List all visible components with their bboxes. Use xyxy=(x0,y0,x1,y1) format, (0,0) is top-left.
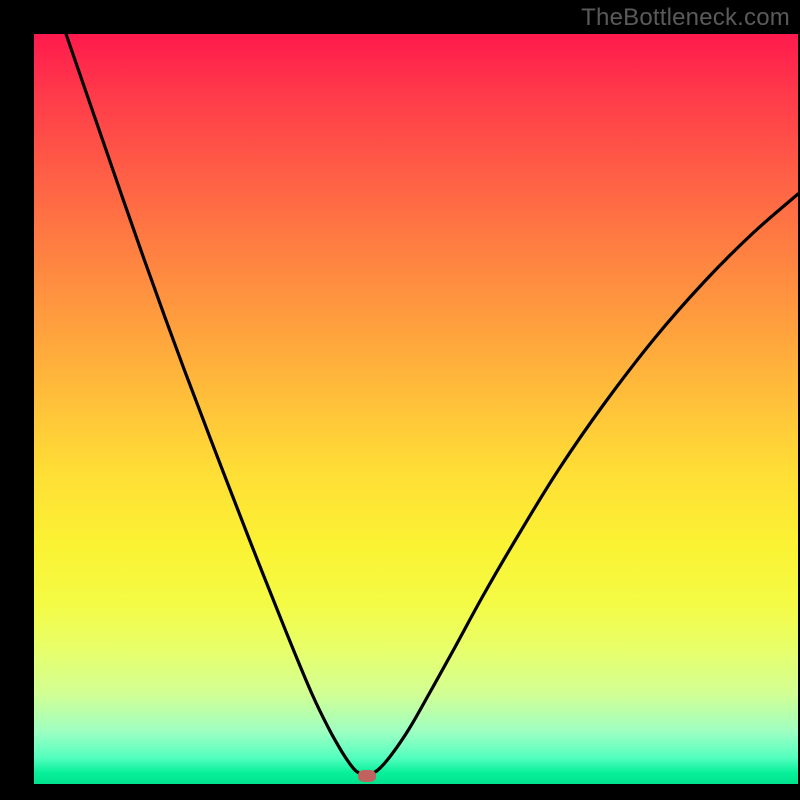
plot-area xyxy=(34,34,798,784)
chart-frame: TheBottleneck.com xyxy=(0,0,800,800)
bottleneck-curve xyxy=(34,34,798,784)
watermark-label: TheBottleneck.com xyxy=(581,4,790,32)
minimum-marker xyxy=(358,770,376,782)
curve-path xyxy=(66,34,798,775)
